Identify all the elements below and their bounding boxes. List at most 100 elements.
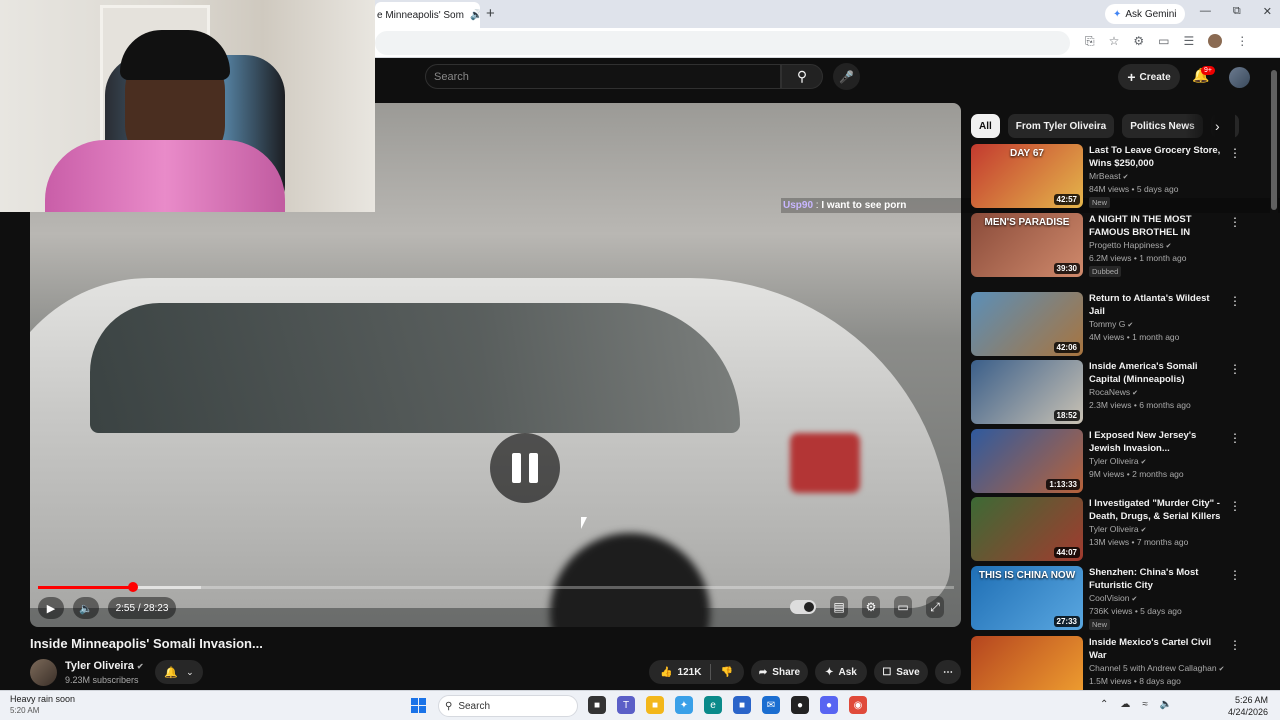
recommendation-channel[interactable]: Tyler Oliveira <box>1089 524 1139 534</box>
play-button[interactable]: ▶ <box>38 597 64 619</box>
profile-avatar[interactable] <box>1208 34 1223 48</box>
cloud-icon[interactable]: ☁ <box>1120 699 1130 710</box>
teams-icon[interactable]: T <box>617 696 635 714</box>
cast-icon[interactable]: ▭ <box>1158 34 1169 49</box>
more-vertical-icon[interactable]: ⋮ <box>1229 362 1241 376</box>
more-vertical-icon[interactable]: ⋮ <box>1229 294 1241 308</box>
recommendation-thumbnail[interactable]: 18:52 <box>971 360 1083 424</box>
account-avatar[interactable] <box>1229 67 1250 88</box>
progress-bar[interactable] <box>38 582 954 592</box>
copilot-icon[interactable]: ✦ <box>675 696 693 714</box>
folder-icon[interactable]: ■ <box>646 696 664 714</box>
captions-icon[interactable]: ▤ <box>830 596 848 618</box>
address-field[interactable] <box>375 31 1070 55</box>
edge-icon[interactable]: e <box>704 696 722 714</box>
thumbs-down-icon[interactable]: 👎 <box>720 667 732 678</box>
chip-all[interactable]: All <box>971 114 1000 138</box>
create-button[interactable]: + Create <box>1118 64 1180 90</box>
recommendation-item[interactable]: THIS IS CHINA NOW 27:33 Shenzhen: China's … <box>971 566 1241 630</box>
like-count[interactable]: 121K <box>678 667 702 678</box>
mail-icon[interactable]: ✉ <box>762 696 780 714</box>
recommendation-channel[interactable]: RocaNews <box>1089 387 1130 397</box>
recommendation-channel[interactable]: CoolVision <box>1089 593 1129 603</box>
recommendation-title[interactable]: A NIGHT IN THE MOST FAMOUS BROTHEL IN EU… <box>1089 213 1223 239</box>
recommendation-channel[interactable]: Tommy G <box>1089 319 1125 329</box>
recommendation-title[interactable]: I Investigated "Murder City" - Death, Dr… <box>1089 497 1223 523</box>
recommendation-title[interactable]: Shenzhen: China's Most Futuristic City <box>1089 566 1223 592</box>
theater-mode-icon[interactable]: ▭ <box>894 596 912 618</box>
recommendation-item[interactable]: 42:06 Return to Atlanta's Wildest Jail Tom… <box>971 292 1241 356</box>
fullscreen-icon[interactable]: ⤢ <box>926 596 944 618</box>
share-button[interactable]: ➦ Share <box>751 660 808 684</box>
recommendation-channel[interactable]: MrBeast <box>1089 171 1121 181</box>
ask-button[interactable]: ✦ Ask <box>815 660 867 684</box>
recommendation-channel[interactable]: Progetto Happiness <box>1089 240 1164 250</box>
recommendation-item[interactable]: 18:52 Inside America's Somali Capital (Mi… <box>971 360 1241 424</box>
ask-gemini-button[interactable]: ✦ Ask Gemini <box>1105 4 1185 24</box>
recommendation-title[interactable]: Return to Atlanta's Wildest Jail <box>1089 292 1223 318</box>
browser-menu-icon[interactable]: ⋮ <box>1236 34 1248 49</box>
channel-name-link[interactable]: Tyler Oliveira ✔ <box>65 660 144 672</box>
close-window-icon[interactable]: ✕ <box>1263 5 1272 18</box>
recommendation-thumbnail[interactable]: 44:07 <box>971 497 1083 561</box>
recommendation-item[interactable]: 44:07 I Investigated "Murder City" - Deat… <box>971 497 1241 561</box>
wifi-icon[interactable]: ≈ <box>1142 699 1148 710</box>
volume-button[interactable]: 🔈 <box>73 597 99 619</box>
scrollbar-thumb[interactable] <box>1271 70 1277 210</box>
more-vertical-icon[interactable]: ⋮ <box>1229 638 1241 652</box>
subscription-notifications-button[interactable]: 🔔 ⌄ <box>155 660 203 684</box>
install-app-icon[interactable]: ⎘ <box>1085 34 1095 49</box>
voice-search-button[interactable]: 🎤 <box>833 63 860 90</box>
chevron-right-icon[interactable]: › <box>1215 118 1220 134</box>
recommendation-title[interactable]: Inside Mexico's Cartel Civil War <box>1089 636 1223 662</box>
more-actions-button[interactable]: ⋯ <box>935 660 961 684</box>
recommendation-title[interactable]: Last To Leave Grocery Store, Wins $250,0… <box>1089 144 1223 170</box>
discord-icon[interactable]: ● <box>820 696 838 714</box>
search-input[interactable]: Search <box>425 64 781 89</box>
search-button[interactable]: ⚲ <box>781 64 823 89</box>
more-vertical-icon[interactable]: ⋮ <box>1229 568 1241 582</box>
save-button[interactable]: ☐ Save <box>874 660 928 684</box>
more-vertical-icon[interactable]: ⋮ <box>1229 499 1241 513</box>
extensions-icon[interactable]: ⚙ <box>1133 34 1144 49</box>
weather-widget[interactable]: Heavy rain soon 5:20 AM <box>10 694 75 716</box>
progress-scrubber[interactable] <box>127 582 138 592</box>
recommendation-item[interactable]: DAY 67 42:57 Last To Leave Grocery Store, … <box>971 144 1241 208</box>
more-vertical-icon[interactable]: ⋮ <box>1229 215 1241 229</box>
page-scrollbar[interactable] <box>1270 60 1278 690</box>
new-tab-icon[interactable]: + <box>486 5 495 22</box>
recommendation-thumbnail[interactable]: DAY 67 42:57 <box>971 144 1083 208</box>
tab-audio-icon[interactable]: 🔊 <box>470 10 480 21</box>
system-clock[interactable]: 5:26 AM 4/24/2026 <box>1228 694 1268 718</box>
chevron-up-icon[interactable]: ⌃ <box>1100 699 1108 710</box>
bookmark-star-icon[interactable]: ☆ <box>1109 34 1120 49</box>
chip-from-channel[interactable]: From Tyler Oliveira <box>1007 114 1115 138</box>
recommendation-item[interactable]: MEN'S PARADISE 39:30 A NIGHT IN THE MOST F… <box>971 213 1241 277</box>
speaker-icon[interactable]: 🔈 <box>1160 699 1172 710</box>
recommendation-thumbnail[interactable]: THIS IS CHINA NOW 27:33 <box>971 566 1083 630</box>
minimize-icon[interactable]: — <box>1200 5 1211 18</box>
windows-start-icon[interactable] <box>411 698 426 713</box>
file-explorer-icon[interactable]: ■ <box>588 696 606 714</box>
recommendation-title[interactable]: I Exposed New Jersey's Jewish Invasion..… <box>1089 429 1223 455</box>
more-vertical-icon[interactable]: ⋮ <box>1229 431 1241 445</box>
chrome-icon[interactable]: ◉ <box>849 696 867 714</box>
more-vertical-icon[interactable]: ⋮ <box>1229 146 1241 160</box>
restore-icon[interactable]: ⧉ <box>1233 5 1241 18</box>
recommendation-thumbnail[interactable]: 1:13:33 <box>971 429 1083 493</box>
recommendation-channel[interactable]: Channel 5 with Andrew Callaghan <box>1089 663 1217 673</box>
obs-icon[interactable]: ● <box>791 696 809 714</box>
recommendation-thumbnail[interactable]: 42:06 <box>971 292 1083 356</box>
browser-tab[interactable]: e Minneapolis' Som 🔊 ✕ <box>375 2 480 28</box>
channel-avatar[interactable] <box>30 659 57 686</box>
autoplay-toggle[interactable] <box>790 600 816 614</box>
pause-overlay-button[interactable] <box>490 433 560 503</box>
thumbs-up-icon[interactable]: 👍 <box>660 667 672 678</box>
recommendation-thumbnail[interactable]: MEN'S PARADISE 39:30 <box>971 213 1083 277</box>
taskbar-search[interactable]: ⚲ Search <box>438 695 578 717</box>
store-icon[interactable]: ■ <box>733 696 751 714</box>
media-control-icon[interactable]: ☰ <box>1183 34 1194 49</box>
recommendation-channel[interactable]: Tyler Oliveira <box>1089 456 1139 466</box>
recommendation-item[interactable]: 1:13:33 I Exposed New Jersey's Jewish Inv… <box>971 429 1241 493</box>
settings-gear-icon[interactable]: ⚙ <box>862 596 880 618</box>
